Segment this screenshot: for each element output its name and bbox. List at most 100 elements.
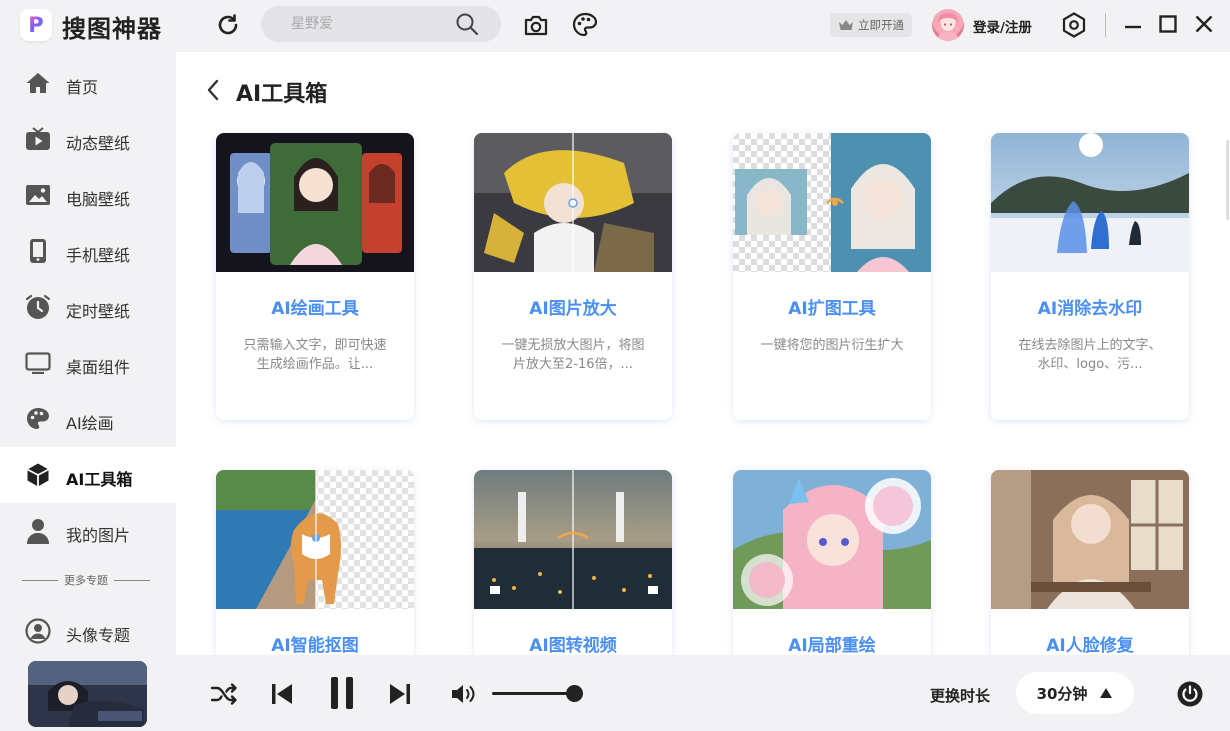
sidebar: 首页 动态壁纸 电脑壁纸 手机壁纸 定时壁纸 桌面组件 AI绘画 AI工具箱 我…	[0, 52, 176, 655]
palette-theme-icon[interactable]	[569, 9, 601, 41]
palette-icon	[24, 406, 52, 432]
image-icon	[24, 182, 52, 208]
minimize-icon[interactable]	[1120, 11, 1146, 37]
caret-up-icon	[1100, 688, 1113, 698]
card-title: AI消除去水印	[1037, 299, 1143, 319]
card-description: 一键无损放大图片，将图片放大至2-16倍，...	[501, 338, 645, 372]
titlebar-divider	[1105, 13, 1106, 37]
change-duration-label: 更换时长	[930, 687, 991, 705]
scrollbar[interactable]	[1226, 140, 1229, 220]
card-title: AI扩图工具	[788, 299, 876, 319]
card-title: AI智能抠图	[271, 636, 359, 655]
divider-line	[22, 579, 58, 581]
tool-card-ai-face-restore[interactable]: AI人脸修复	[991, 470, 1189, 655]
vip-button[interactable]: 立即开通	[830, 13, 912, 37]
sidebar-item-label: 头像专题	[66, 626, 131, 645]
sidebar-item-home[interactable]: 首页	[0, 55, 176, 111]
app-name: 搜图神器	[62, 15, 162, 43]
sidebar-item-ai-painting[interactable]: AI绘画	[0, 391, 176, 447]
back-icon[interactable]	[204, 78, 224, 102]
sidebar-item-avatar-topic[interactable]: 头像专题	[0, 603, 176, 659]
sidebar-item-my-images[interactable]: 我的图片	[0, 503, 176, 559]
card-title: AI绘画工具	[271, 299, 359, 319]
search-bar	[261, 6, 501, 42]
clock-icon	[24, 294, 52, 320]
card-thumbnail	[216, 133, 414, 272]
camera-search-icon[interactable]	[520, 9, 552, 41]
app-logo: P	[20, 9, 52, 41]
next-icon[interactable]	[384, 679, 416, 709]
tool-card-ai-expand[interactable]: AI扩图工具 一键将您的图片衍生扩大	[733, 133, 931, 420]
card-title: AI图片放大	[529, 299, 617, 319]
card-title: AI图转视频	[529, 636, 617, 655]
shuffle-icon[interactable]	[208, 679, 240, 709]
card-thumbnail	[733, 133, 931, 272]
card-thumbnail	[474, 133, 672, 272]
sidebar-item-phone-wallpaper[interactable]: 手机壁纸	[0, 223, 176, 279]
sidebar-item-ai-toolbox[interactable]: AI工具箱	[0, 447, 176, 503]
sidebar-item-pc-wallpaper[interactable]: 电脑壁纸	[0, 167, 176, 223]
toolbox-icon	[24, 462, 52, 488]
volume-slider[interactable]	[492, 692, 576, 695]
divider-line	[114, 579, 150, 581]
tool-card-ai-cutout[interactable]: AI智能抠图	[216, 470, 414, 655]
sidebar-item-label: 定时壁纸	[66, 302, 131, 321]
tool-card-ai-upscale[interactable]: AI图片放大 一键无损放大图片，将图片放大至2-16倍，...	[474, 133, 672, 420]
card-description: 只需输入文字，即可快速生成绘画作品。让...	[243, 338, 387, 372]
refresh-icon[interactable]	[212, 9, 244, 41]
sidebar-item-label: 我的图片	[66, 526, 131, 545]
current-wallpaper-thumbnail[interactable]	[28, 661, 147, 727]
search-input[interactable]	[291, 13, 451, 35]
card-description: 一键将您的图片衍生扩大	[760, 338, 904, 353]
card-title: AI人脸修复	[1046, 636, 1134, 655]
user-icon	[24, 518, 52, 544]
sidebar-item-label: 动态壁纸	[66, 134, 131, 153]
tool-card-ai-image-to-video[interactable]: AI图转视频	[474, 470, 672, 655]
previous-icon[interactable]	[266, 679, 298, 709]
app-window: P 搜图神器 立即开通 登录/注册	[0, 0, 1230, 731]
tool-card-ai-inpaint[interactable]: AI局部重绘	[733, 470, 931, 655]
volume-icon[interactable]	[448, 681, 480, 707]
tool-card-ai-drawing[interactable]: AI绘画工具 只需输入文字，即可快速生成绘画作品。让...	[216, 133, 414, 420]
more-topics-label: 更多专题	[64, 574, 108, 587]
card-thumbnail	[991, 470, 1189, 609]
duration-value: 30分钟	[1036, 684, 1088, 703]
phone-icon	[24, 238, 52, 264]
maximize-icon[interactable]	[1155, 11, 1181, 37]
monitor-icon	[24, 350, 52, 376]
tv-play-icon	[24, 126, 52, 152]
avatar-icon	[24, 618, 52, 644]
volume-slider-handle[interactable]	[566, 685, 583, 702]
sidebar-item-label: 首页	[66, 78, 99, 97]
main-content: AI工具箱 AI绘画工具 只需输入文字，即可快速生成绘画作品。让... AI图片…	[176, 52, 1230, 655]
close-icon[interactable]	[1191, 11, 1217, 37]
pause-icon[interactable]	[323, 673, 361, 713]
more-topics-divider: 更多专题	[22, 571, 150, 589]
crown-icon	[839, 20, 853, 30]
power-icon[interactable]	[1174, 678, 1206, 710]
sidebar-item-desktop-widgets[interactable]: 桌面组件	[0, 335, 176, 391]
duration-select[interactable]: 30分钟	[1016, 672, 1134, 714]
page-title: AI工具箱	[236, 82, 328, 107]
card-thumbnail	[733, 470, 931, 609]
card-thumbnail	[216, 470, 414, 609]
card-thumbnail	[991, 133, 1189, 272]
sidebar-item-label: 桌面组件	[66, 358, 131, 377]
settings-hexagon-icon[interactable]	[1058, 9, 1090, 41]
sidebar-item-timed-wallpaper[interactable]: 定时壁纸	[0, 279, 176, 335]
vip-label: 立即开通	[858, 18, 904, 32]
wallpaper-player-bar: 更换时长 30分钟	[0, 655, 1230, 731]
login-register-link[interactable]: 登录/注册	[973, 16, 1032, 36]
sidebar-item-label: AI工具箱	[66, 470, 133, 489]
sidebar-item-label: AI绘画	[66, 414, 114, 433]
card-title: AI局部重绘	[788, 636, 876, 655]
search-icon[interactable]	[453, 10, 481, 38]
sidebar-item-label: 电脑壁纸	[66, 190, 131, 209]
card-description: 在线去除图片上的文字、水印、logo、污...	[1018, 338, 1162, 372]
card-thumbnail	[474, 470, 672, 609]
tool-card-ai-watermark-removal[interactable]: AI消除去水印 在线去除图片上的文字、水印、logo、污...	[991, 133, 1189, 420]
sidebar-item-label: 手机壁纸	[66, 246, 131, 265]
title-bar: P 搜图神器 立即开通 登录/注册	[0, 0, 1230, 52]
user-avatar[interactable]	[932, 9, 964, 41]
sidebar-item-live-wallpaper[interactable]: 动态壁纸	[0, 111, 176, 167]
